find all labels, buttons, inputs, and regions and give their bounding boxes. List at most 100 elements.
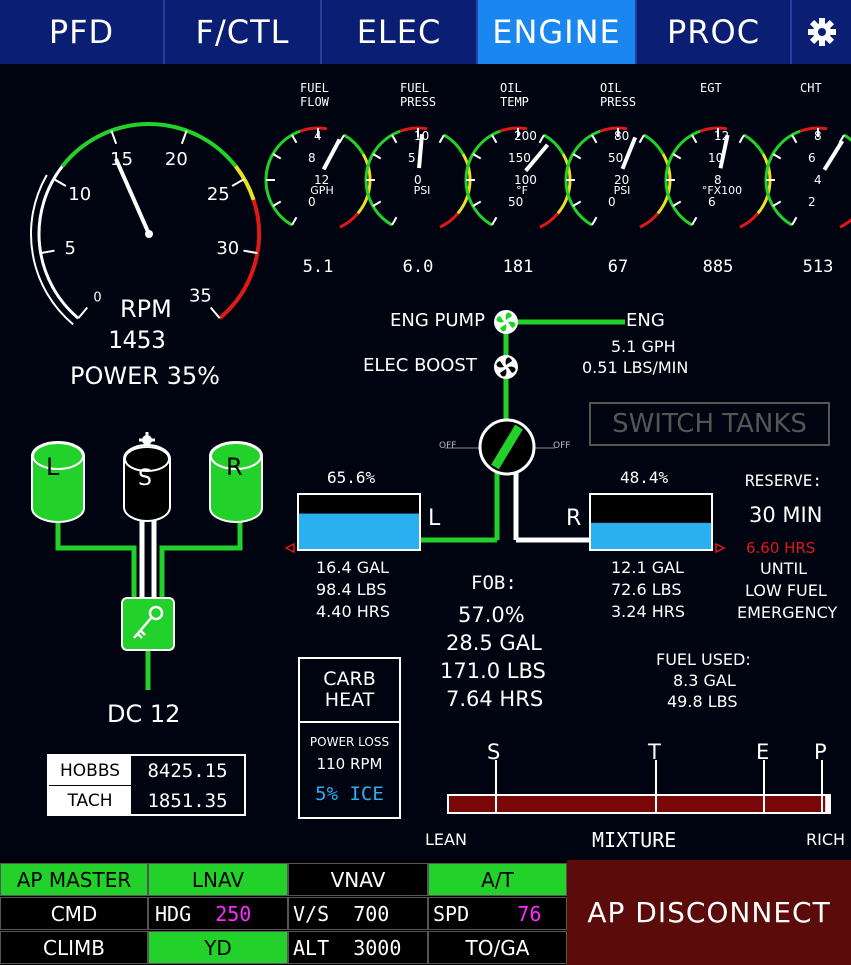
gauge-tick	[791, 216, 798, 226]
gauge-tick	[591, 134, 598, 144]
hobbs-label: HOBBS	[49, 756, 131, 785]
gauge-tick-label: 12	[714, 129, 729, 143]
left-tank-label: L	[428, 506, 441, 531]
autothrottle-button[interactable]: A/T	[428, 863, 567, 896]
autopilot-bar: AP MASTER LNAV VNAV A/T CMD HDG 250 V/S …	[0, 860, 851, 965]
fuel-used-gal: 8.3 GAL	[673, 671, 736, 690]
gauge-value: 885	[703, 257, 734, 277]
mixture-label: MIXTURE	[592, 828, 677, 852]
fuel-flow-lbs: 0.51 LBS/MIN	[582, 358, 689, 377]
dc-voltage: DC 12	[107, 700, 181, 728]
gauge-tick	[491, 216, 498, 226]
gauge-tick-label: 8	[814, 129, 822, 143]
gauge-tick-label: 50	[608, 151, 623, 165]
ap-disconnect-button[interactable]: AP DISCONNECT	[567, 860, 851, 965]
gauge-value: 513	[803, 257, 834, 277]
vnav-button[interactable]: VNAV	[288, 863, 428, 896]
fuel-press-gauge: FUELPRESSPSI10506.0	[364, 81, 472, 277]
fuel-selector-valve[interactable]	[478, 418, 536, 476]
rpm-tick-label: 20	[165, 149, 188, 170]
right-tank-icon-label: R	[226, 453, 243, 481]
gauge-title: TEMP	[500, 95, 529, 109]
vs-label: V/S	[293, 901, 330, 926]
ap-master-button[interactable]: AP MASTER	[0, 863, 148, 896]
power-percent: POWER 35%	[70, 362, 220, 390]
gauge-tick-label: 0	[308, 195, 316, 209]
rpm-needle	[114, 158, 151, 235]
key-icon[interactable]	[121, 597, 175, 651]
fob-title: FOB:	[471, 572, 517, 594]
carb-heat-panel: CARB HEAT POWER LOSS 110 RPM 5% ICE	[298, 657, 401, 819]
spd-selector[interactable]: SPD 76	[428, 897, 567, 930]
left-tank-gauge	[284, 493, 421, 554]
spd-value: 76	[517, 901, 542, 926]
rpm-tick	[180, 130, 188, 145]
cht-gauge: CHT 8 6 4 2 513	[764, 81, 851, 277]
elec-boost-icon[interactable]	[494, 355, 518, 379]
fuel-flow-gauge: FUELFLOWGPH481205.1	[264, 81, 372, 277]
gauge-tick	[372, 153, 382, 160]
gauge-tick	[572, 200, 582, 207]
gauge-title: PRESS	[600, 95, 636, 109]
vs-selector[interactable]: V/S 700	[288, 897, 428, 930]
gauge-tick-label: 2	[808, 195, 816, 209]
gauge-title: CHT	[800, 81, 822, 95]
gauge-value: 181	[503, 257, 534, 277]
gauge-tick	[772, 153, 782, 160]
gauge-value: 67	[608, 257, 628, 277]
egt-gauge: EGT°FX100121086885	[664, 81, 772, 277]
rpm-value: 1453	[108, 326, 166, 354]
switch-tanks-button[interactable]: SWITCH TANKS	[589, 402, 830, 446]
gauge-title: EGT	[700, 81, 722, 95]
left-tank-lbs: 98.4 LBS	[316, 580, 387, 599]
gauge-tick	[591, 216, 598, 226]
alt-label: ALT	[293, 935, 330, 960]
gauge-tick-label: 8	[714, 173, 722, 187]
rpm-tick	[77, 306, 89, 319]
hdg-selector[interactable]: HDG 250	[148, 897, 288, 930]
right-tank-gal: 12.1 GAL	[611, 558, 684, 577]
climb-button[interactable]: CLIMB	[0, 931, 148, 964]
gauge-title: OIL	[500, 81, 522, 95]
gauge-tick-label: 10	[414, 129, 429, 143]
rpm-tick-label: 35	[189, 285, 212, 306]
mixture-lean-label: LEAN	[425, 830, 467, 849]
toga-button[interactable]: TO/GA	[428, 931, 567, 964]
rpm-tick-label: 5	[64, 238, 75, 259]
carb-ice: 5% ICE	[315, 783, 384, 805]
gauge-tick-label: 12	[314, 173, 329, 187]
left-tank-gal: 16.4 GAL	[316, 558, 389, 577]
tach-row: TACH 1851.35	[49, 786, 244, 815]
rpm-tick	[209, 306, 221, 319]
right-tank-label: R	[566, 506, 582, 531]
left-tank-percent: 65.6%	[327, 468, 376, 487]
hobbs-row: HOBBS 8425.15	[49, 756, 244, 785]
fuel-used-title: FUEL USED:	[656, 650, 751, 669]
spd-label: SPD	[433, 901, 470, 926]
gauge-tick	[472, 200, 482, 207]
lnav-button[interactable]: LNAV	[148, 863, 288, 896]
cmd-button[interactable]: CMD	[0, 897, 148, 930]
fuel-used-lbs: 49.8 LBS	[667, 692, 738, 711]
right-tank-hrs: 3.24 HRS	[611, 602, 686, 621]
carb-heat-button[interactable]: CARB HEAT	[300, 659, 399, 723]
gauge-tick-label: 0	[608, 195, 616, 209]
yaw-damper-button[interactable]: YD	[148, 931, 288, 964]
reserve-low-fuel: LOW FUEL	[745, 581, 827, 600]
eng-pump-icon[interactable]	[494, 310, 518, 334]
rpm-tick-label: 0	[93, 290, 101, 305]
mixture-mark-p: P	[814, 740, 827, 764]
carb-heat-line1: CARB	[323, 668, 376, 690]
mixture-mark-t: T	[648, 740, 661, 764]
alt-value: 3000	[353, 935, 402, 960]
oil-temp-gauge: OILTEMP°F20015010050181	[464, 81, 572, 277]
mixture-control[interactable]	[447, 760, 831, 814]
gauge-tick	[291, 216, 298, 226]
gauge-tick	[438, 134, 445, 144]
gauge-tick	[572, 153, 582, 160]
gauge-tick-label: 6	[708, 195, 716, 209]
gauge-value: 5.1	[303, 257, 334, 277]
gauge-tick-label: 200	[514, 129, 537, 143]
alt-selector[interactable]: ALT 3000	[288, 931, 428, 964]
vs-value: 700	[353, 901, 390, 926]
